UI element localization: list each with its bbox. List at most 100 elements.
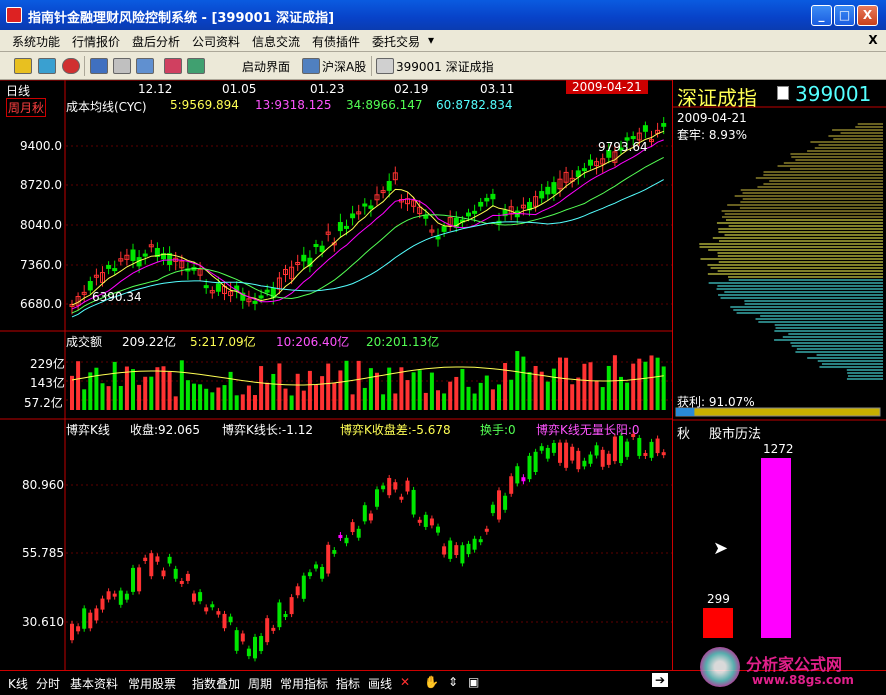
- price-candle: [642, 125, 648, 132]
- game-close: 收盘:92.065: [130, 423, 201, 437]
- menu-company[interactable]: 公司资料: [192, 33, 240, 50]
- tab-period[interactable]: 周期: [248, 675, 272, 692]
- ma5-value: 5:9569.894: [170, 98, 239, 112]
- tab-kline[interactable]: K线: [8, 675, 28, 692]
- chart-icon[interactable]: [113, 58, 131, 74]
- game-candle: [497, 490, 501, 520]
- volume-bar: [112, 361, 117, 410]
- menu-more-dropdown[interactable]: ▾: [428, 33, 434, 47]
- price-candle: [112, 268, 118, 272]
- indicator-name[interactable]: 成本均线(CYC): [66, 98, 147, 115]
- price-candle: [466, 212, 471, 217]
- minimize-button[interactable]: _: [811, 5, 832, 26]
- game-candle: [436, 526, 440, 533]
- game-candle: [533, 451, 538, 472]
- price-candle: [484, 197, 490, 202]
- volume-bar: [124, 366, 129, 410]
- tab-indicator[interactable]: 指标: [336, 675, 360, 692]
- tab-index-overlay[interactable]: 指数叠加: [192, 675, 240, 692]
- calculator-icon[interactable]: [187, 58, 205, 74]
- game-title[interactable]: 博弈K线: [66, 421, 110, 438]
- game-candle: [118, 590, 123, 605]
- chip-date: 2009-04-21: [677, 111, 747, 125]
- history-season: 秋: [677, 427, 691, 442]
- menu-analysis[interactable]: 盘后分析: [132, 33, 180, 50]
- chart-area[interactable]: 日线 12.12 01.05 01.23 02.19 03.11 2009-04…: [0, 80, 672, 670]
- period-label[interactable]: 日线: [6, 82, 30, 99]
- game-candle: [100, 598, 105, 610]
- menu-quotes[interactable]: 行情报价: [72, 33, 120, 50]
- volume-bar: [228, 371, 233, 410]
- menu-info[interactable]: 信息交流: [252, 33, 300, 50]
- move-vertical-icon[interactable]: ⇕: [448, 675, 458, 689]
- volume-bar: [277, 363, 282, 410]
- volume-bar: [558, 357, 562, 410]
- game-candle: [576, 450, 581, 470]
- volume-bar: [442, 393, 447, 410]
- price-candle: [588, 159, 593, 166]
- toolbar-separator: [84, 56, 85, 76]
- volume-bar: [521, 356, 526, 410]
- maximize-button[interactable]: □: [834, 5, 855, 26]
- help-icon[interactable]: [62, 58, 80, 74]
- game-candle: [417, 519, 422, 523]
- toolbox-icon[interactable]: [14, 58, 32, 74]
- game-candle: [185, 573, 190, 581]
- game-candle: [124, 593, 129, 600]
- volume-title[interactable]: 成交额: [66, 333, 102, 350]
- game-candle: [307, 572, 312, 577]
- globe-icon[interactable]: [136, 58, 154, 74]
- market-button[interactable]: 沪深A股: [322, 58, 366, 75]
- price-candle: [545, 186, 551, 195]
- mdi-close-button[interactable]: X: [866, 34, 880, 48]
- game-candle: [173, 568, 178, 579]
- volume-bar: [295, 373, 300, 410]
- tab-indicators[interactable]: 常用指标: [280, 675, 328, 692]
- delete-icon[interactable]: ✕: [400, 675, 410, 689]
- game-candle: [82, 608, 87, 629]
- ytick-main-4: 7360.0: [20, 258, 62, 272]
- crosshair-date: 2009-04-21: [566, 80, 648, 94]
- startup-button[interactable]: 启动界面: [242, 58, 290, 75]
- game-candle: [442, 546, 447, 555]
- volume-bar: [320, 376, 325, 410]
- game-candle: [70, 623, 74, 641]
- game-candle: [198, 592, 203, 602]
- next-arrow-icon[interactable]: ➔: [652, 673, 669, 687]
- menu-trade[interactable]: 委托交易: [372, 33, 420, 50]
- game-candle: [338, 535, 343, 539]
- current-stock-button[interactable]: 399001 深证成指: [396, 58, 494, 75]
- profit-ratio: 获利: 91.07%: [677, 395, 755, 409]
- lock-icon[interactable]: ▣: [468, 675, 479, 689]
- news-icon[interactable]: [38, 58, 56, 74]
- volume-bar: [612, 355, 617, 410]
- tab-fundamentals[interactable]: 基本资料: [70, 675, 118, 692]
- game-candle: [265, 618, 270, 643]
- period-tabs[interactable]: 周月秋: [6, 98, 47, 117]
- menu-system[interactable]: 系统功能: [12, 33, 60, 50]
- doc-icon[interactable]: [777, 86, 789, 100]
- game-candle: [582, 460, 587, 467]
- tab-drawing[interactable]: 画线: [368, 675, 392, 692]
- tab-favorites[interactable]: 常用股票: [128, 675, 176, 692]
- game-candle: [155, 556, 160, 562]
- chart-canvas[interactable]: [0, 80, 672, 670]
- price-candle: [490, 193, 496, 200]
- bookmark-icon[interactable]: [164, 58, 182, 74]
- hand-icon[interactable]: ✋: [424, 675, 439, 689]
- table-icon[interactable]: [90, 58, 108, 74]
- close-button[interactable]: X: [857, 5, 878, 26]
- game-candle: [393, 482, 398, 490]
- volume-bar: [393, 393, 398, 410]
- volume-ma20: 20:201.13亿: [366, 335, 440, 349]
- game-candle: [240, 633, 245, 642]
- volume-bar: [143, 376, 148, 410]
- volume-bar: [253, 395, 257, 410]
- game-candle: [210, 604, 215, 608]
- game-candle: [192, 593, 196, 602]
- volume-bar: [149, 376, 154, 410]
- tab-intraday[interactable]: 分时: [36, 675, 60, 692]
- volume-bar: [497, 384, 501, 410]
- menu-plugins[interactable]: 有债插件: [312, 33, 360, 50]
- volume-bar: [192, 383, 196, 410]
